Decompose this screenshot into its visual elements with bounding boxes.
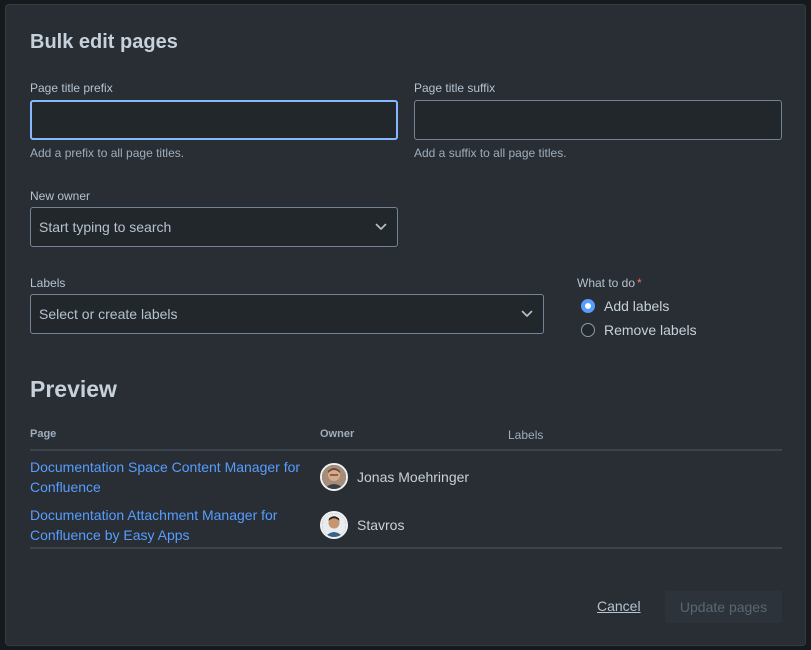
- table-row-owner: Jonas Moehringer: [320, 463, 469, 491]
- table-row-page-link[interactable]: Documentation Space Content Manager for …: [30, 457, 302, 497]
- action-label: What to do *: [577, 276, 642, 290]
- owner-select[interactable]: Start typing to search: [30, 207, 398, 247]
- labels-select[interactable]: Select or create labels: [30, 294, 544, 334]
- update-pages-button[interactable]: Update pages: [665, 591, 782, 623]
- owner-label: New owner: [30, 189, 91, 203]
- suffix-field-wrapper: [414, 100, 782, 140]
- owner-name: Stavros: [357, 517, 405, 533]
- chevron-down-icon: [519, 306, 535, 322]
- labels-placeholder: Select or create labels: [39, 306, 178, 322]
- person-avatar-icon: [320, 463, 348, 491]
- radio-remove-labels[interactable]: Remove labels: [581, 322, 697, 338]
- radio-label: Add labels: [604, 298, 670, 314]
- preview-heading: Preview: [30, 376, 117, 402]
- cancel-button[interactable]: Cancel: [597, 598, 641, 614]
- required-indicator: *: [637, 276, 642, 290]
- prefix-input[interactable]: [32, 102, 396, 138]
- table-bottom-divider: [30, 547, 782, 549]
- table-header-divider: [30, 449, 782, 451]
- column-header-page: Page: [30, 428, 57, 440]
- prefix-label: Page title prefix: [30, 81, 113, 95]
- owner-name: Jonas Moehringer: [357, 469, 470, 485]
- bulk-edit-dialog: Bulk edit pages Page title prefix Add a …: [6, 5, 805, 645]
- radio-unchecked-icon[interactable]: [581, 323, 595, 337]
- radio-label: Remove labels: [604, 322, 697, 338]
- person-avatar-icon: [320, 511, 348, 539]
- chevron-down-icon: [373, 219, 389, 235]
- table-row-owner: Stavros: [320, 511, 404, 539]
- suffix-label: Page title suffix: [414, 81, 496, 95]
- column-header-owner: Owner: [320, 428, 355, 440]
- radio-add-labels[interactable]: Add labels: [581, 298, 669, 314]
- column-header-labels: Labels: [508, 428, 544, 442]
- suffix-helper: Add a suffix to all page titles.: [414, 146, 567, 160]
- labels-label: Labels: [30, 276, 66, 290]
- dialog-title: Bulk edit pages: [30, 31, 178, 53]
- prefix-helper: Add a prefix to all page titles.: [30, 146, 185, 160]
- suffix-input[interactable]: [415, 101, 781, 139]
- table-row-page-link[interactable]: Documentation Attachment Manager for Con…: [30, 505, 302, 545]
- owner-placeholder: Start typing to search: [39, 219, 172, 235]
- radio-checked-icon[interactable]: [581, 299, 595, 313]
- action-label-text: What to do: [577, 276, 636, 290]
- prefix-field-wrapper: [30, 100, 398, 140]
